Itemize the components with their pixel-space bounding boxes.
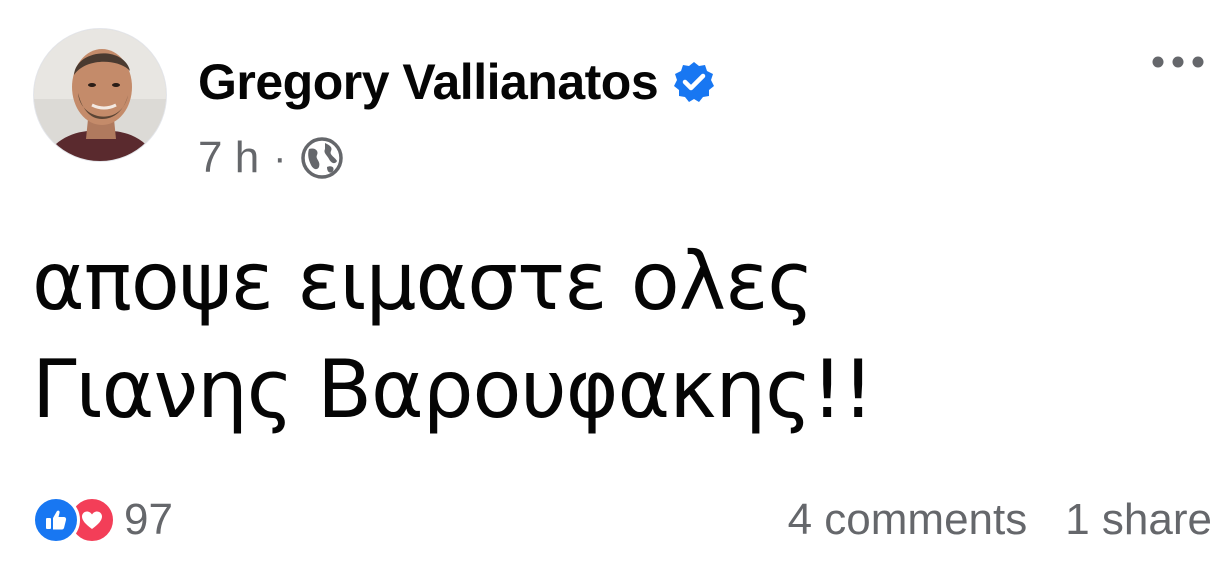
post-timestamp[interactable]: 7 h <box>198 133 259 183</box>
author-header: Gregory Vallianatos <box>198 52 716 112</box>
reaction-count: 97 <box>124 495 173 544</box>
shares-count-link[interactable]: 1 share <box>1065 495 1212 545</box>
avatar-image <box>34 29 166 161</box>
post-text-line: αποψε ειμαστε ολες <box>32 235 814 328</box>
globe-icon[interactable] <box>299 135 345 181</box>
post-body-text: αποψε ειμαστε ολες Γιανης Βαρουφακης!! <box>32 228 1182 444</box>
author-avatar[interactable] <box>33 28 167 162</box>
like-icon <box>32 496 80 544</box>
comments-count-link[interactable]: 4 comments <box>788 495 1028 545</box>
post-text-line: Γιανης Βαρουφακης!! <box>32 343 874 436</box>
meta-separator: · <box>273 135 287 180</box>
facebook-post: Gregory Vallianatos 7 h · αποψε ειμαστε … <box>0 0 1232 568</box>
author-name[interactable]: Gregory Vallianatos <box>198 53 659 111</box>
post-footer: 97 4 comments 1 share <box>32 488 1212 552</box>
engagement-links: 4 comments 1 share <box>788 495 1212 545</box>
more-options-icon[interactable] <box>1148 48 1208 76</box>
verified-badge-icon <box>672 60 716 104</box>
post-meta: 7 h · <box>198 130 345 186</box>
reactions-summary[interactable]: 97 <box>32 495 173 545</box>
